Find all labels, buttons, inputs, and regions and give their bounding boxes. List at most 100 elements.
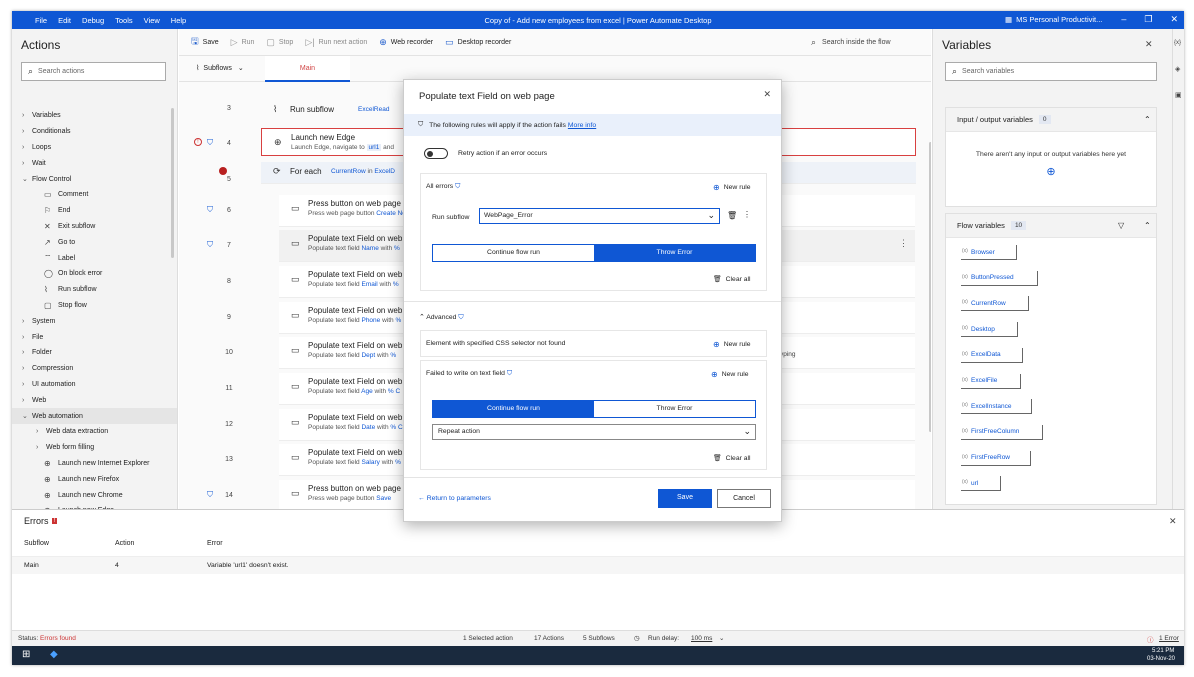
- action-item[interactable]: › Web form filling: [12, 440, 177, 456]
- chevron-right-icon: ›: [22, 128, 25, 136]
- repeat-select[interactable]: Repeat action ⌄: [432, 424, 756, 440]
- action-item[interactable]: ⌄ Web automation: [12, 408, 177, 424]
- advanced-label: Advanced: [426, 314, 457, 321]
- canvas-scrollbar[interactable]: [929, 142, 931, 432]
- add-variable-icon[interactable]: ⊕: [946, 165, 1156, 178]
- variable-icon: (x): [962, 325, 968, 332]
- variable-chip[interactable]: (x) ExcelData: [961, 347, 1023, 363]
- variables-icon[interactable]: {x}: [1174, 40, 1181, 46]
- actions-search-input[interactable]: ⌕ Search actions: [21, 62, 166, 81]
- action-label: Wait: [32, 159, 46, 167]
- action-item[interactable]: ⊕ Launch new Firefox: [12, 471, 177, 487]
- desktop-recorder-button[interactable]: ▭ Desktop recorder: [445, 37, 511, 48]
- restore-icon[interactable]: ❐: [1144, 14, 1152, 25]
- step-number: 3: [227, 105, 231, 112]
- layers-icon[interactable]: ◈: [1175, 65, 1180, 73]
- continue-flow-option[interactable]: Continue flow run: [433, 401, 594, 417]
- action-item[interactable]: › File: [12, 329, 177, 345]
- filter-icon[interactable]: ▽: [1118, 221, 1124, 230]
- step-number: 7: [227, 242, 231, 249]
- variable-chip[interactable]: (x) url: [961, 476, 1001, 492]
- action-item[interactable]: › Folder: [12, 345, 177, 361]
- continue-flow-option[interactable]: Continue flow run: [433, 245, 594, 261]
- variable-chip[interactable]: (x) ExcelFile: [961, 373, 1021, 389]
- chevron-down-icon[interactable]: ⌄: [719, 634, 724, 642]
- error-link[interactable]: 1 Error: [1159, 635, 1179, 642]
- action-item[interactable]: › Web data extraction: [12, 424, 177, 440]
- action-item[interactable]: › Web: [12, 392, 177, 408]
- new-rule-button[interactable]: ⊕ New rule: [711, 370, 749, 379]
- more-icon[interactable]: ⋮: [899, 238, 908, 249]
- run-next-button[interactable]: ▷| Run next action: [305, 37, 367, 48]
- breakpoint-icon[interactable]: [219, 167, 227, 175]
- clear-all-button[interactable]: 🗑 Clear all: [713, 454, 751, 463]
- action-item[interactable]: › Loops: [12, 140, 177, 156]
- action-item[interactable]: ↗ Go to: [12, 234, 177, 250]
- delete-icon[interactable]: 🗑: [727, 211, 737, 220]
- throw-error-option[interactable]: Throw Error: [594, 401, 755, 417]
- action-item[interactable]: ▢ Stop flow: [12, 298, 177, 314]
- save-button[interactable]: 🖫 Save: [191, 34, 219, 50]
- close-icon[interactable]: ✕: [763, 89, 771, 100]
- close-icon[interactable]: ✕: [1170, 14, 1178, 25]
- power-automate-icon[interactable]: ◆: [50, 649, 58, 660]
- chevron-up-icon[interactable]: ⌃: [1144, 115, 1151, 124]
- actions-scrollbar[interactable]: [171, 108, 174, 258]
- close-icon[interactable]: ✕: [1169, 516, 1177, 527]
- action-item[interactable]: › Variables: [12, 108, 177, 124]
- retry-toggle[interactable]: [424, 148, 448, 159]
- variable-chip[interactable]: (x) FirstFreeRow: [961, 450, 1031, 466]
- action-item[interactable]: › System: [12, 313, 177, 329]
- new-rule-button[interactable]: ⊕ New rule: [713, 183, 751, 192]
- subflows-dropdown[interactable]: ⌇ Subflows ⌄: [196, 64, 244, 73]
- io-variables-header[interactable]: Input / output variables 0 ⌃: [946, 108, 1156, 132]
- chevron-up-icon[interactable]: ⌃: [1144, 221, 1151, 230]
- throw-error-option[interactable]: Throw Error: [594, 245, 755, 261]
- run-delay-value[interactable]: 100 ms: [691, 635, 712, 642]
- action-item[interactable]: › Conditionals: [12, 124, 177, 140]
- save-button[interactable]: Save: [658, 489, 712, 508]
- account-button[interactable]: ▦ MS Personal Productivit...: [1005, 15, 1102, 24]
- web-recorder-button[interactable]: ⊕ Web recorder: [379, 37, 433, 48]
- flow-search-input[interactable]: ⌕ Search inside the flow: [811, 37, 891, 48]
- image-icon[interactable]: ▣: [1175, 91, 1182, 99]
- new-rule-button[interactable]: ⊕ New rule: [713, 340, 751, 349]
- action-label: Web form filling: [46, 444, 95, 452]
- action-item[interactable]: ◯ On block error: [12, 266, 177, 282]
- more-icon[interactable]: ⋮: [743, 210, 751, 219]
- stop-button[interactable]: ▢ Stop: [266, 37, 293, 48]
- clear-all-button[interactable]: 🗑 Clear all: [713, 275, 751, 284]
- table-row[interactable]: Main 4 Variable 'url1' doesn't exist.: [12, 556, 1184, 574]
- action-item[interactable]: › UI automation: [12, 377, 177, 393]
- variables-search-input[interactable]: ⌕ Search variables: [945, 62, 1157, 81]
- variable-chip[interactable]: (x) ButtonPressed: [961, 270, 1038, 286]
- minimize-icon[interactable]: –: [1121, 14, 1126, 25]
- subflow-select[interactable]: WebPage_Error ⌄: [479, 208, 720, 224]
- close-icon[interactable]: ✕: [1145, 39, 1153, 50]
- action-item[interactable]: ✕ Exit subflow: [12, 219, 177, 235]
- action-item[interactable]: ⌄ Flow Control: [12, 171, 177, 187]
- action-item[interactable]: ⚐ End: [12, 203, 177, 219]
- more-info-link[interactable]: More info: [568, 122, 596, 129]
- variable-chip[interactable]: (x) Browser: [961, 245, 1017, 260]
- run-button[interactable]: ▷ Run: [231, 37, 255, 48]
- advanced-toggle[interactable]: ⌃ Advanced ⛉: [419, 313, 463, 322]
- variable-chip[interactable]: (x) ExcelInstance: [961, 399, 1032, 415]
- action-item[interactable]: › Wait: [12, 155, 177, 171]
- variable-chip[interactable]: (x) CurrentRow: [961, 296, 1029, 312]
- action-item[interactable]: ⊕ Launch new Internet Explorer: [12, 456, 177, 472]
- action-item[interactable]: ⊕ Launch new Chrome: [12, 487, 177, 503]
- action-icon: ✕: [44, 221, 51, 231]
- return-to-parameters-link[interactable]: ← Return to parameters: [418, 495, 491, 502]
- windows-start-icon[interactable]: ⊞: [22, 649, 30, 660]
- variable-chip[interactable]: (x) Desktop: [961, 322, 1018, 338]
- action-item[interactable]: ⌇ Run subflow: [12, 282, 177, 298]
- action-label: File: [32, 333, 44, 341]
- tab-main[interactable]: Main: [265, 56, 350, 82]
- action-item[interactable]: ▭ Comment: [12, 187, 177, 203]
- flow-variables-header[interactable]: Flow variables 10 ▽ ⌃: [946, 214, 1156, 238]
- action-item[interactable]: › Compression: [12, 361, 177, 377]
- cancel-button[interactable]: Cancel: [717, 489, 771, 508]
- action-item[interactable]: ⌔ Label: [12, 250, 177, 266]
- variable-chip[interactable]: (x) FirstFreeColumn: [961, 424, 1043, 440]
